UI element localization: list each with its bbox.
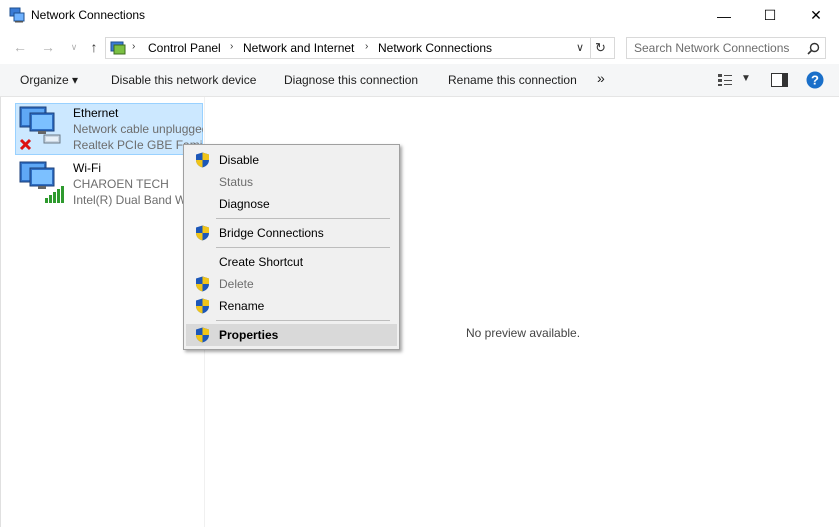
navigation-bar: ← → ∨ ↑ › Control Panel › Network and In… [0, 31, 839, 64]
menu-separator [216, 247, 390, 248]
network-connections-icon [9, 7, 25, 23]
menu-item-rename[interactable]: Rename [186, 295, 397, 317]
menu-item-label: Status [219, 175, 254, 189]
breadcrumb-separator: › [230, 41, 234, 52]
uac-shield-icon [196, 298, 209, 314]
connection-status: Network cable unplugged [73, 122, 203, 136]
diagnose-connection-button[interactable]: Diagnose this connection [284, 73, 418, 87]
command-bar: Organize ▾ Disable this network device D… [0, 64, 839, 97]
left-border [0, 97, 1, 527]
menu-item-bridge-connections[interactable]: Bridge Connections [186, 222, 397, 244]
preview-pane-icon[interactable] [771, 73, 788, 87]
menu-item-status[interactable]: Status [186, 171, 397, 193]
window-title: Network Connections [31, 8, 146, 22]
menu-item-label: Diagnose [219, 197, 270, 211]
back-button[interactable]: ← [12, 39, 28, 55]
forward-button[interactable]: → [40, 39, 56, 55]
menu-item-label: Delete [219, 277, 254, 291]
menu-separator [216, 320, 390, 321]
breadcrumb-separator: › [132, 41, 136, 52]
breadcrumb-network-and-internet[interactable]: Network and Internet [243, 41, 354, 55]
menu-item-diagnose[interactable]: Diagnose [186, 193, 397, 215]
minimize-button[interactable]: — [701, 0, 747, 31]
ethernet-disconnected-icon [19, 106, 61, 151]
menu-item-disable[interactable]: Disable [186, 149, 397, 171]
menu-item-properties[interactable]: Properties [186, 324, 397, 346]
uac-shield-icon [196, 152, 209, 168]
recent-locations-button[interactable]: ∨ [66, 39, 82, 55]
menu-item-create-shortcut[interactable]: Create Shortcut [186, 251, 397, 273]
uac-shield-icon [196, 225, 209, 241]
wifi-connected-icon [19, 161, 64, 203]
address-dropdown-icon[interactable]: ∨ [576, 41, 584, 54]
menu-item-label: Bridge Connections [219, 226, 324, 240]
menu-item-label: Properties [219, 328, 279, 342]
breadcrumb-separator: › [365, 41, 369, 52]
menu-item-label: Rename [219, 299, 265, 313]
change-view-icon[interactable] [717, 73, 733, 87]
rename-connection-button[interactable]: Rename this connection [448, 73, 577, 87]
context-menu: Disable Status Diagnose Bridge Connectio… [183, 144, 400, 350]
control-panel-icon [110, 41, 126, 55]
view-options-dropdown-icon[interactable]: ▼ [741, 73, 751, 84]
more-commands-button[interactable]: » [597, 70, 605, 86]
disable-device-button[interactable]: Disable this network device [111, 73, 256, 87]
help-icon[interactable]: ? [806, 71, 824, 89]
search-input[interactable]: Search Network Connections [634, 41, 789, 55]
breadcrumb-network-connections[interactable]: Network Connections [378, 41, 492, 55]
menu-item-label: Create Shortcut [219, 255, 304, 269]
refresh-icon[interactable]: ↻ [595, 40, 606, 56]
menu-separator [216, 218, 390, 219]
up-button[interactable]: ↑ [86, 39, 102, 55]
uac-shield-icon [196, 276, 209, 292]
search-box[interactable]: Search Network Connections [626, 37, 826, 59]
search-icon[interactable] [807, 42, 820, 55]
menu-item-label: Disable [219, 153, 260, 167]
close-button[interactable]: ✕ [793, 0, 839, 31]
organize-button[interactable]: Organize ▾ [20, 73, 78, 87]
svg-text:?: ? [811, 73, 819, 88]
preview-message: No preview available. [466, 326, 581, 340]
maximize-button[interactable]: ☐ [747, 0, 793, 31]
uac-shield-icon [196, 327, 209, 343]
breadcrumb-control-panel[interactable]: Control Panel [148, 41, 221, 55]
address-divider [590, 38, 591, 58]
title-bar: Network Connections — ☐ ✕ [0, 0, 839, 31]
connection-name: Ethernet [73, 106, 119, 120]
connection-name: Wi-Fi [73, 161, 101, 175]
address-bar[interactable]: › Control Panel › Network and Internet ›… [105, 37, 615, 59]
menu-item-delete[interactable]: Delete [186, 273, 397, 295]
